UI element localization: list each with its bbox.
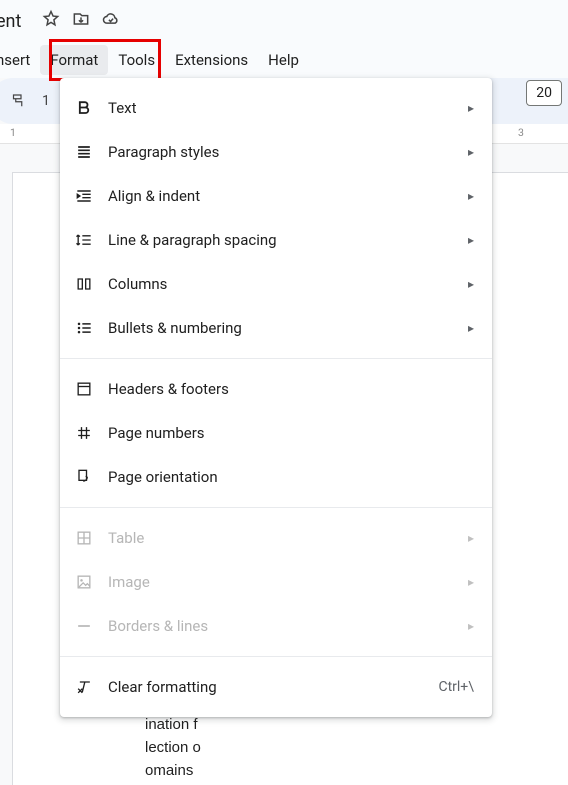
menu-item-clear-formatting[interactable]: Clear formatting Ctrl+\ xyxy=(60,665,492,709)
format-dropdown: Text ▸ Paragraph styles ▸ Align & indent… xyxy=(60,78,492,717)
menu-extensions[interactable]: Extensions xyxy=(165,45,258,75)
menu-item-align-indent[interactable]: Align & indent ▸ xyxy=(60,174,492,218)
menu-item-columns[interactable]: Columns ▸ xyxy=(60,262,492,306)
menu-format[interactable]: Format xyxy=(40,45,108,75)
menu-tools[interactable]: Tools xyxy=(108,45,165,75)
menu-item-image: Image ▸ xyxy=(60,560,492,604)
image-icon xyxy=(60,572,108,592)
menubar: nsert Format Tools Extensions Help xyxy=(0,42,568,78)
document-title-fragment[interactable]: ent xyxy=(0,11,21,32)
move-icon[interactable] xyxy=(71,9,91,33)
paint-format-icon[interactable] xyxy=(4,87,32,115)
chevron-right-icon: ▸ xyxy=(468,233,474,247)
clear-formatting-icon xyxy=(60,677,108,697)
zoom-value-fragment[interactable]: 1 xyxy=(42,93,50,109)
chevron-right-icon: ▸ xyxy=(468,575,474,589)
bullets-numbering-icon xyxy=(60,318,108,338)
menu-item-text[interactable]: Text ▸ xyxy=(60,86,492,130)
star-icon[interactable] xyxy=(41,9,61,33)
ruler-mark: 1 xyxy=(10,126,16,139)
menu-item-bullets-numbering[interactable]: Bullets & numbering ▸ xyxy=(60,306,492,350)
page-orientation-icon xyxy=(60,467,108,487)
align-indent-icon xyxy=(60,186,108,206)
menu-separator xyxy=(60,358,492,359)
menu-item-page-numbers[interactable]: Page numbers xyxy=(60,411,492,455)
menu-item-paragraph-styles[interactable]: Paragraph styles ▸ xyxy=(60,130,492,174)
page-numbers-icon xyxy=(60,423,108,443)
menu-item-table: Table ▸ xyxy=(60,516,492,560)
table-icon xyxy=(60,528,108,548)
menu-item-page-orientation[interactable]: Page orientation xyxy=(60,455,492,499)
chevron-right-icon: ▸ xyxy=(468,145,474,159)
menu-item-line-spacing[interactable]: Line & paragraph spacing ▸ xyxy=(60,218,492,262)
chevron-right-icon: ▸ xyxy=(468,101,474,115)
menu-help[interactable]: Help xyxy=(258,45,309,75)
menu-separator xyxy=(60,507,492,508)
menu-insert[interactable]: nsert xyxy=(0,45,40,75)
borders-lines-icon xyxy=(60,616,108,636)
headers-footers-icon xyxy=(60,379,108,399)
font-size-input[interactable]: 20 xyxy=(526,80,562,106)
ruler-mark: 3 xyxy=(518,126,524,139)
chevron-right-icon: ▸ xyxy=(468,531,474,545)
menu-item-borders-lines: Borders & lines ▸ xyxy=(60,604,492,648)
chevron-right-icon: ▸ xyxy=(468,321,474,335)
menu-item-headers-footers[interactable]: Headers & footers xyxy=(60,367,492,411)
chevron-right-icon: ▸ xyxy=(468,619,474,633)
paragraph-styles-icon xyxy=(60,142,108,162)
menu-separator xyxy=(60,656,492,657)
line-spacing-icon xyxy=(60,230,108,250)
chevron-right-icon: ▸ xyxy=(468,277,474,291)
chevron-right-icon: ▸ xyxy=(468,189,474,203)
cloud-status-icon[interactable] xyxy=(101,9,121,33)
bold-icon xyxy=(60,98,108,118)
keyboard-shortcut: Ctrl+\ xyxy=(438,679,474,695)
columns-icon xyxy=(60,274,108,294)
